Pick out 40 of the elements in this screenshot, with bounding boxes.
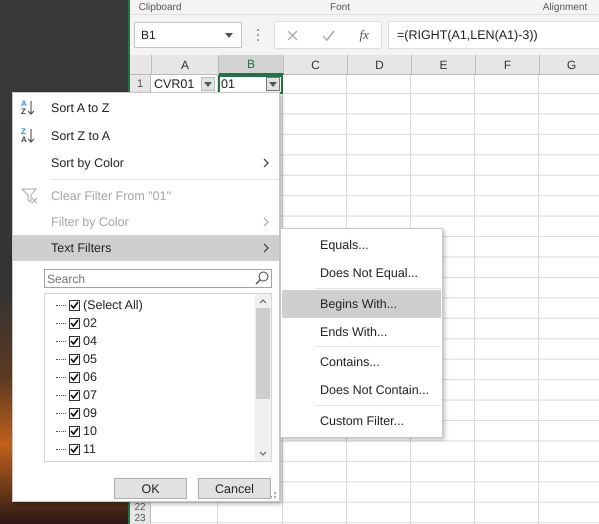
column-header[interactable]: F bbox=[476, 55, 540, 75]
menu-item[interactable]: Does Not Contain... bbox=[282, 376, 441, 404]
menu-item[interactable]: Ends With... bbox=[282, 318, 441, 346]
value-label: (Select All) bbox=[83, 298, 143, 312]
menu-item[interactable]: Sort by Color bbox=[13, 150, 279, 176]
column-header[interactable]: D bbox=[348, 55, 412, 75]
search-field[interactable]: Search bbox=[44, 269, 272, 288]
ribbon-group-label: Clipboard bbox=[138, 2, 182, 12]
column-header[interactable]: G bbox=[540, 55, 599, 75]
cell-value: CVR01 bbox=[154, 77, 194, 91]
insert-function-button[interactable]: fx bbox=[360, 27, 369, 43]
cancel-button[interactable]: Cancel bbox=[198, 478, 271, 499]
ok-button[interactable]: OK bbox=[114, 478, 187, 499]
column-header[interactable]: A bbox=[152, 55, 219, 75]
menu-item[interactable]: Contains... bbox=[282, 348, 441, 376]
ribbon-group-label: Alignment bbox=[542, 2, 588, 12]
value-label: 06 bbox=[83, 370, 97, 384]
value-label: 04 bbox=[83, 334, 97, 348]
value-label: 02 bbox=[83, 316, 97, 330]
menu-item[interactable]: Begins With... bbox=[282, 290, 441, 318]
menu-item[interactable]: Equals... bbox=[282, 231, 441, 259]
menu-item[interactable]: Custom Filter... bbox=[282, 407, 441, 436]
menu-item[interactable]: Does Not Equal... bbox=[282, 258, 441, 287]
value-label: 09 bbox=[83, 406, 97, 420]
value-label: 05 bbox=[83, 352, 97, 366]
ribbon-group-label: Font bbox=[328, 2, 351, 12]
row-header[interactable]: 23 bbox=[130, 514, 151, 524]
menu-item[interactable]: Text Filters bbox=[13, 235, 279, 261]
column-header[interactable]: E bbox=[412, 55, 476, 75]
row-header[interactable]: 22 bbox=[130, 502, 151, 514]
formula-field[interactable]: =(RIGHT(A1,LEN(A1)-3)) bbox=[388, 21, 599, 49]
column-header[interactable]: C bbox=[284, 55, 348, 75]
menu-item[interactable]: Z A Sort Z to A bbox=[13, 122, 279, 150]
column-header[interactable]: B bbox=[219, 55, 284, 75]
name-box[interactable]: B1 bbox=[134, 22, 242, 48]
value-label: 11 bbox=[83, 442, 96, 456]
value-label: 10 bbox=[83, 424, 97, 438]
cell-value: 01 bbox=[221, 77, 235, 91]
menu-item[interactable]: A Z Sort A to Z bbox=[13, 94, 279, 122]
value-label: 07 bbox=[83, 388, 97, 402]
